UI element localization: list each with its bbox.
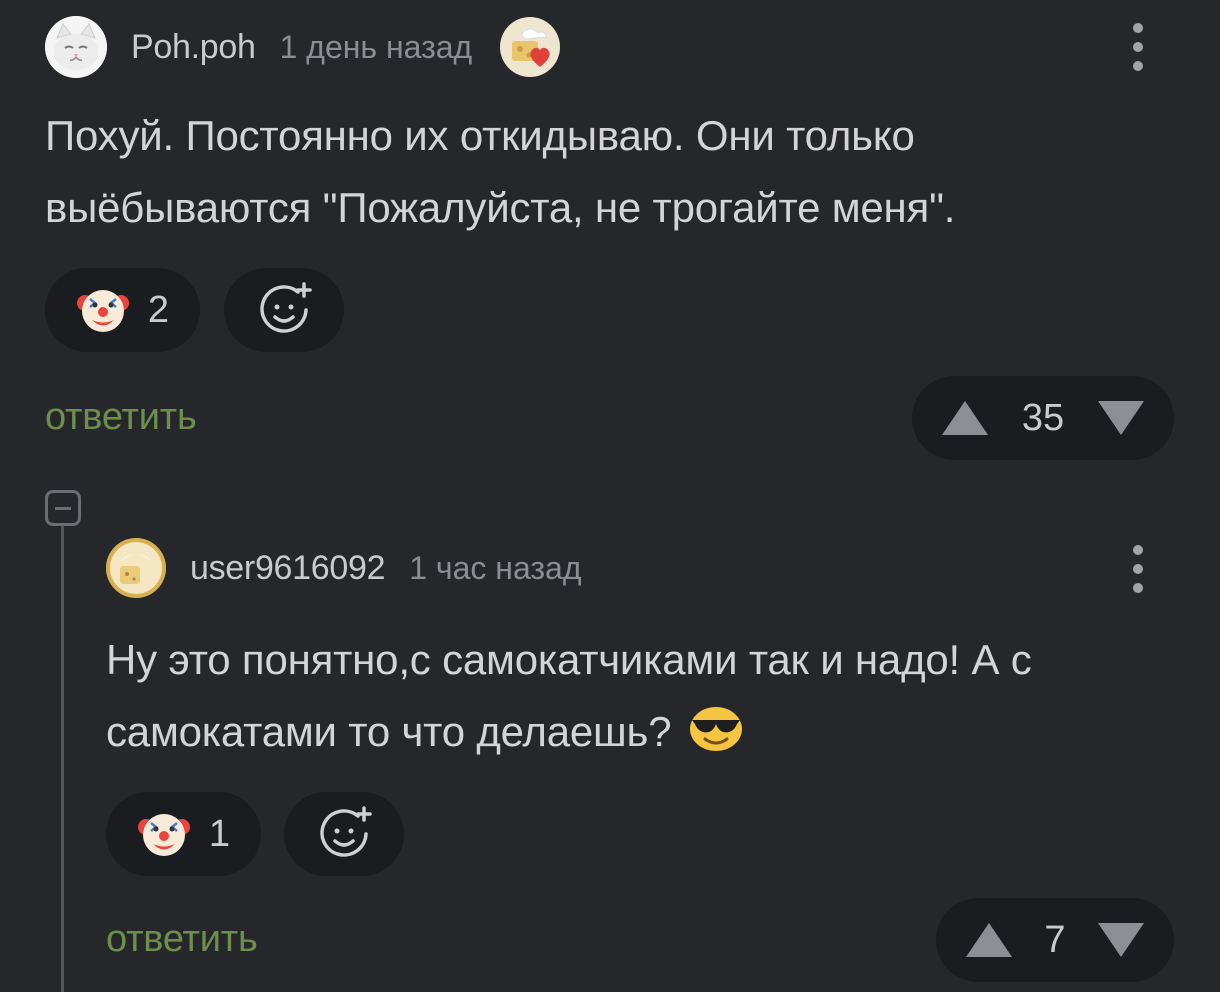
more-vertical-icon xyxy=(1133,23,1143,33)
downvote-triangle-icon xyxy=(1097,923,1144,957)
reaction-button[interactable]: 2 xyxy=(45,268,200,352)
add-emoji-icon xyxy=(320,806,372,857)
comment-header: user9616092 1 час назад xyxy=(106,538,582,598)
vote-control: 7 xyxy=(936,898,1174,982)
username[interactable]: user9616092 xyxy=(190,549,386,588)
reaction-button[interactable]: 1 xyxy=(106,792,261,876)
user-avatar[interactable] xyxy=(106,538,166,598)
upvote-triangle-icon xyxy=(942,401,988,435)
upvote-triangle-icon xyxy=(966,923,1012,957)
downvote-button[interactable] xyxy=(1096,399,1146,437)
more-options-button[interactable] xyxy=(1126,539,1150,599)
more-vertical-icon xyxy=(1133,545,1143,555)
thread-line xyxy=(61,524,64,992)
downvote-button[interactable] xyxy=(1096,921,1146,959)
reaction-count: 2 xyxy=(147,288,170,331)
reply-button[interactable]: ответить xyxy=(45,396,197,439)
upvote-button[interactable] xyxy=(940,399,990,437)
comment-header: Poh.poh 1 день назад xyxy=(45,16,561,78)
cat-avatar-icon xyxy=(45,16,107,78)
collapse-minus-icon xyxy=(55,506,71,510)
sunglasses-emoji-icon xyxy=(689,707,742,751)
timestamp: 1 день назад xyxy=(279,28,473,65)
username[interactable]: Poh.poh xyxy=(131,28,256,67)
default-avatar-icon xyxy=(106,538,166,598)
add-emoji-icon xyxy=(260,282,312,333)
comments-page: Poh.poh 1 день назад Похуй. Постоянно их… xyxy=(0,0,1220,992)
add-reaction-button[interactable] xyxy=(224,268,344,352)
clown-face-icon xyxy=(76,290,129,332)
user-avatar[interactable] xyxy=(45,16,107,78)
reply-button[interactable]: ответить xyxy=(106,918,258,961)
comment-text: Похуй. Постоянно их откидываю. Они тольк… xyxy=(45,112,956,231)
reaction-count: 1 xyxy=(208,812,231,855)
collapse-thread-button[interactable] xyxy=(45,490,81,526)
downvote-triangle-icon xyxy=(1098,401,1144,435)
comment-text-content: Ну это понятно,с самокатчиками так и над… xyxy=(106,636,1032,755)
timestamp: 1 час назад xyxy=(409,549,582,586)
clown-face-icon xyxy=(137,814,190,856)
comment-text: Ну это понятно,с самокатчиками так и над… xyxy=(106,624,1186,768)
more-options-button[interactable] xyxy=(1126,17,1150,77)
vote-score: 7 xyxy=(1044,918,1066,961)
add-reaction-button[interactable] xyxy=(284,792,404,876)
vote-score: 35 xyxy=(1021,396,1065,439)
vote-control: 35 xyxy=(912,376,1174,460)
cheese-heart-badge-icon xyxy=(512,28,550,67)
upvote-button[interactable] xyxy=(964,921,1014,959)
user-badge xyxy=(500,17,561,77)
